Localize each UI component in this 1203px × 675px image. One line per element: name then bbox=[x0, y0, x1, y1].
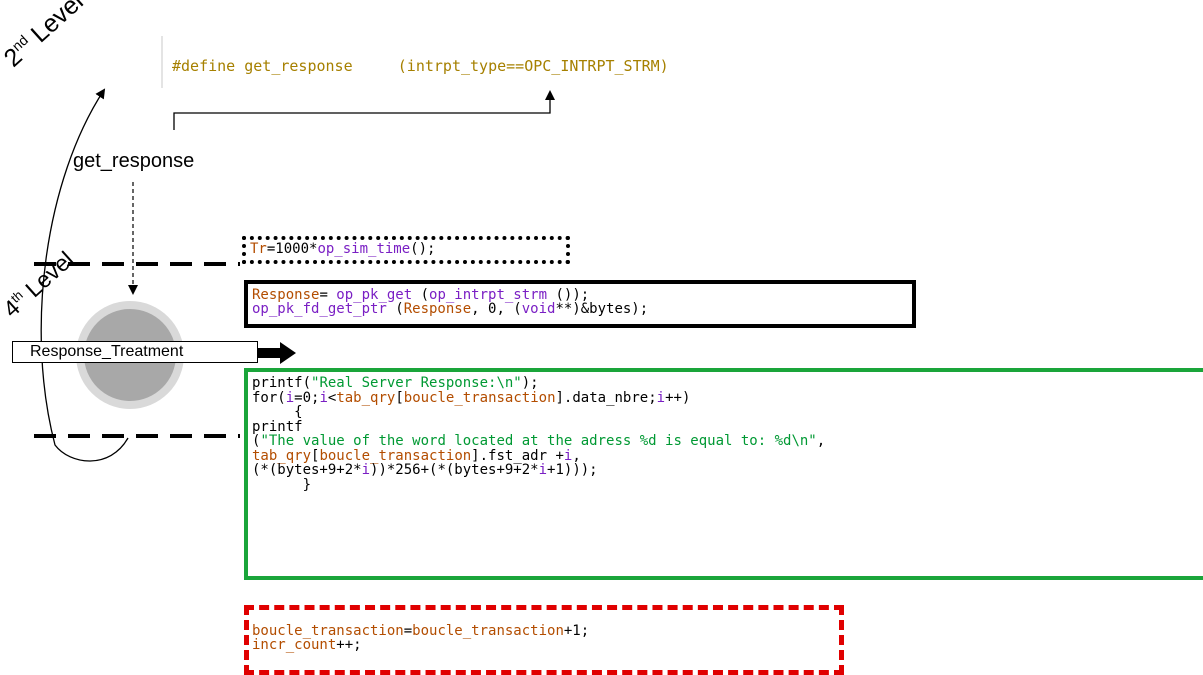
code-token: ].data_nbre; bbox=[555, 389, 657, 406]
code-line: { bbox=[252, 405, 825, 420]
code-line: (*(bytes+9+2*i))*256+(*(bytes+9+2*i+1)))… bbox=[252, 463, 825, 478]
code-token: = bbox=[403, 623, 413, 639]
code-token: ++; bbox=[336, 637, 362, 653]
code-token: #define get_response (intrpt_type==OPC_I… bbox=[172, 57, 669, 75]
code-token: +1))); bbox=[547, 462, 598, 478]
response-treatment-arrow bbox=[258, 342, 296, 364]
code-token: **)&bytes); bbox=[555, 301, 649, 317]
response-code-block: Response= op_pk_get (op_intrpt_strm ());… bbox=[252, 288, 648, 316]
code-line: op_pk_fd_get_ptr (Response, 0, (void**)&… bbox=[252, 302, 648, 316]
code-token: Tr bbox=[250, 241, 267, 257]
code-line: Response= op_pk_get (op_intrpt_strm ()); bbox=[252, 288, 648, 302]
code-token: op_sim_time bbox=[317, 241, 411, 257]
response-treatment-label: Response_Treatment bbox=[30, 343, 184, 360]
code-token: tab_qry bbox=[336, 389, 396, 406]
code-token: +1; bbox=[563, 623, 590, 639]
get-response-label: get_response bbox=[73, 150, 195, 172]
code-token: ++) bbox=[665, 389, 691, 406]
code-token: } bbox=[252, 476, 312, 493]
code-token: i bbox=[538, 462, 548, 478]
define-link-arrow bbox=[173, 90, 555, 130]
code-token: , 0, ( bbox=[471, 301, 522, 317]
code-token: i bbox=[361, 462, 371, 478]
code-token: void bbox=[521, 301, 556, 317]
code-token: i bbox=[319, 389, 328, 406]
boucle-code-block: boucle_transaction=boucle_transaction+1;… bbox=[252, 624, 589, 652]
code-line: printf("Real Server Response:\n"); bbox=[252, 376, 825, 391]
code-token: [ bbox=[395, 389, 404, 406]
response-treatment-label-box: Response_Treatment bbox=[12, 341, 258, 363]
tr-code-block: Tr=1000*op_sim_time(); bbox=[250, 242, 435, 256]
code-token: , bbox=[816, 433, 826, 449]
code-line: tab_qry[boucle_transaction].fst_adr +i, bbox=[252, 448, 825, 464]
code-token: =1000* bbox=[266, 241, 318, 257]
code-line: } bbox=[252, 476, 825, 493]
code-token: i bbox=[656, 389, 666, 406]
code-line: for(i=0;i<tab_qry[boucle_transaction].da… bbox=[252, 389, 825, 406]
define-line: #define get_response (intrpt_type==OPC_I… bbox=[172, 58, 669, 74]
code-token: ( bbox=[386, 301, 404, 317]
code-token: op_pk_fd_get_ptr bbox=[252, 301, 387, 317]
code-token: boucle_transaction bbox=[403, 389, 556, 406]
code-token: (); bbox=[410, 241, 436, 257]
code-line: incr_count++; bbox=[252, 638, 589, 652]
code-token: ))*256+(*(bytes+9+2* bbox=[370, 462, 539, 478]
code-line: printf bbox=[252, 419, 825, 435]
code-line: ("The value of the word located at the a… bbox=[252, 434, 825, 449]
printf-code-block: printf("Real Server Response:\n"); for(i=… bbox=[252, 376, 825, 492]
code-token: incr_count bbox=[252, 637, 337, 653]
code-token: Response bbox=[403, 301, 472, 317]
code-line: boucle_transaction=boucle_transaction+1; bbox=[252, 624, 589, 638]
code-line: Tr=1000*op_sim_time(); bbox=[250, 242, 435, 256]
code-token: boucle_transaction bbox=[412, 623, 564, 639]
